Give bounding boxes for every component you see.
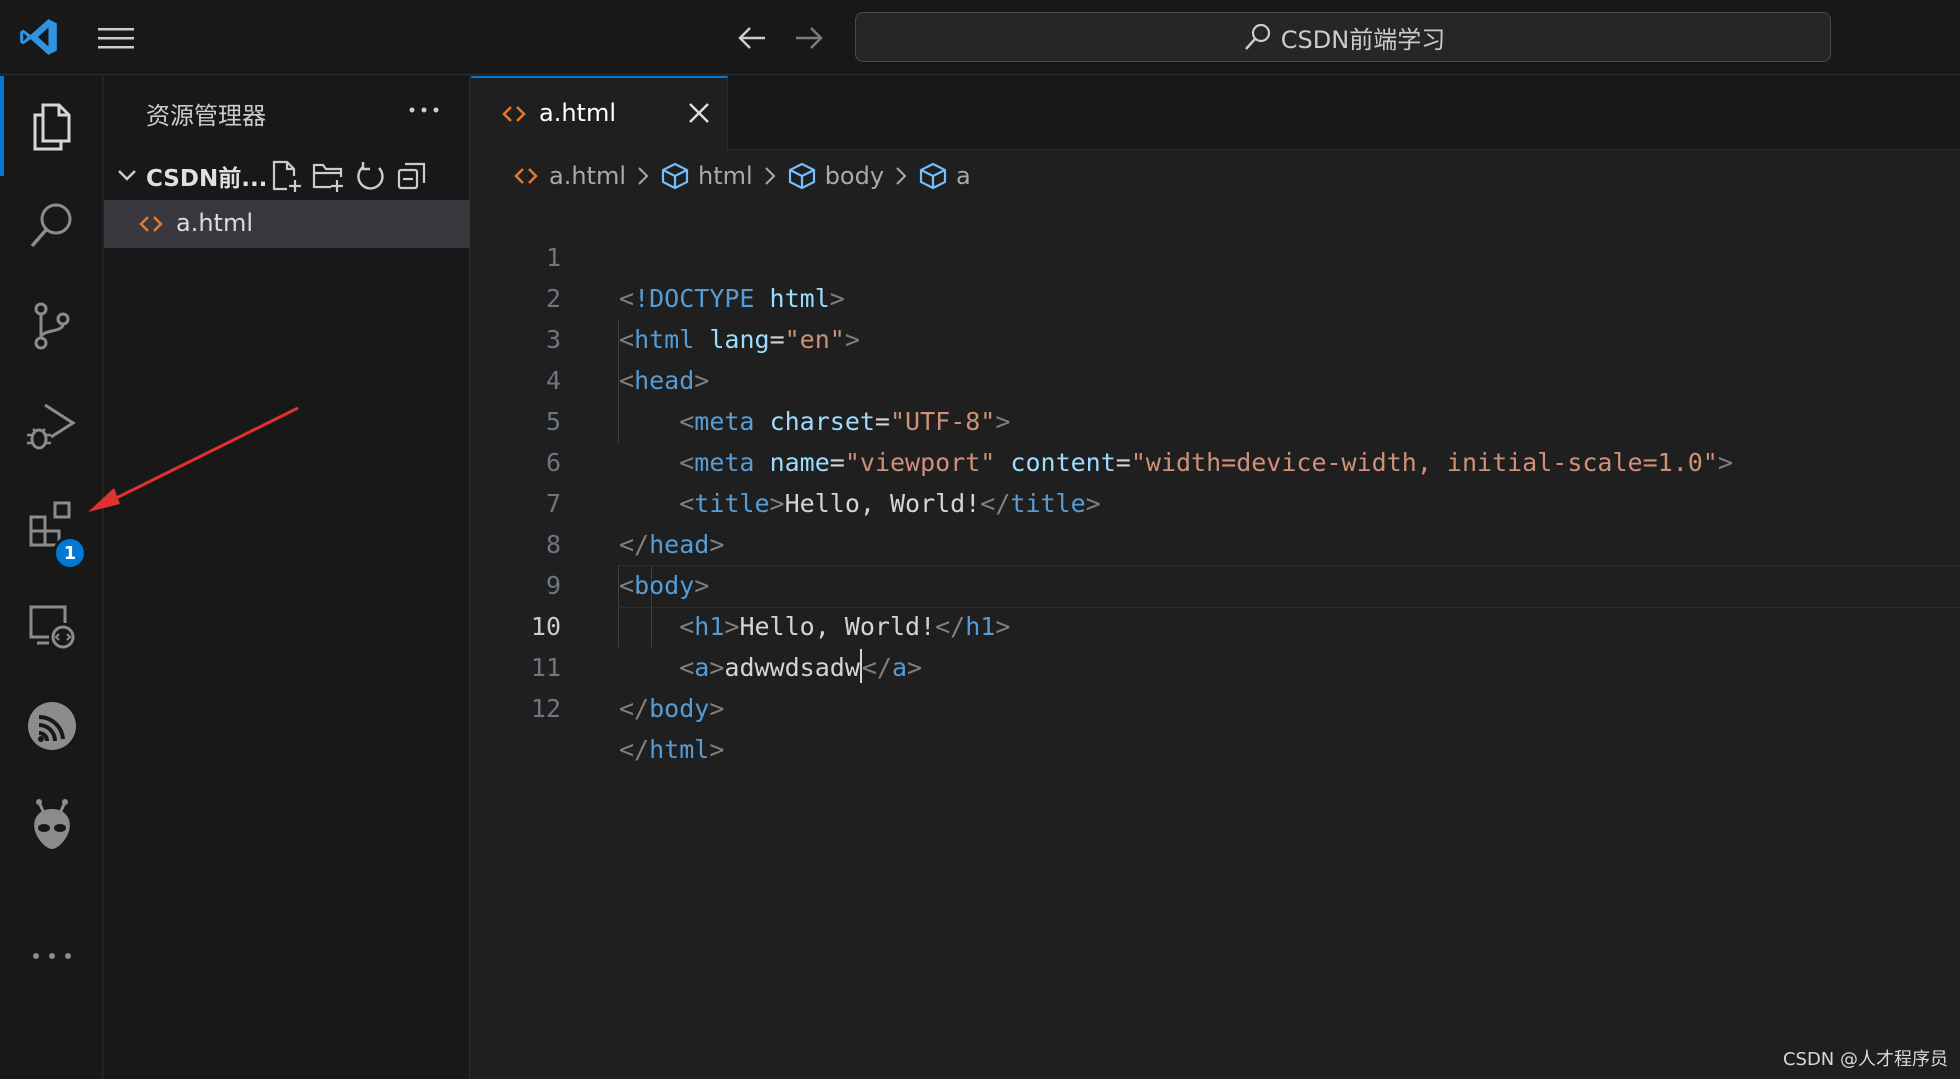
code-line: 7 </head>: [471, 442, 1960, 559]
workspace-folder-header[interactable]: CSDN前...: [104, 152, 470, 196]
ellipsis-icon: [32, 953, 71, 959]
chevron-right-icon: [764, 167, 776, 185]
breadcrumb-label: html: [698, 162, 753, 190]
sidebar-more-button[interactable]: [402, 92, 446, 128]
breadcrumb-label: a: [956, 162, 971, 190]
code-line: 9 <h1>Hello, World!</h1>: [471, 524, 1960, 641]
code-line-current: 10 <a>adwwdsadw</a>: [471, 565, 1960, 683]
collapse-folders-button[interactable]: [392, 158, 432, 194]
code-line: 12 </html>: [471, 647, 1960, 764]
activity-esp-idf[interactable]: [0, 676, 103, 776]
collapse-all-icon: [397, 162, 426, 190]
sidebar-title: 资源管理器: [146, 102, 266, 130]
activity-run-debug[interactable]: [0, 376, 103, 476]
search-icon: [30, 203, 71, 248]
code-line: 11 </body>: [471, 606, 1960, 723]
new-file-button[interactable]: [266, 158, 306, 194]
arrow-left-icon[interactable]: [735, 22, 769, 54]
watermark: CSDN @人才程序员: [1782, 1049, 1948, 1070]
tab-bar: a.html: [471, 76, 1960, 151]
tab-a-html[interactable]: a.html: [471, 76, 728, 151]
breadcrumb-label: a.html: [549, 162, 627, 190]
command-center-search[interactable]: CSDN前端学习: [855, 12, 1831, 62]
code-line: 5 <meta name="viewport" content="width=d…: [471, 360, 1960, 477]
activity-remote-explorer[interactable]: [0, 576, 103, 676]
activity-search[interactable]: [0, 176, 103, 276]
vscode-logo-icon: [20, 19, 57, 55]
activity-bar: 1: [0, 76, 103, 1079]
activity-more[interactable]: [0, 906, 103, 1006]
new-folder-button[interactable]: [308, 158, 348, 194]
alien-icon: [33, 799, 70, 849]
breadcrumb: a.html html body a: [511, 156, 971, 196]
breadcrumb-item-file[interactable]: a.html: [511, 161, 626, 191]
activity-source-control[interactable]: [0, 276, 103, 376]
line-content: </html>: [619, 735, 725, 764]
line-number: 12: [530, 694, 561, 723]
activity-platformio[interactable]: [0, 776, 103, 876]
code-line: 3 <head>: [471, 278, 1960, 395]
line-content: </body>: [619, 694, 725, 723]
chevron-right-icon: [638, 167, 649, 185]
source-control-icon: [34, 302, 69, 350]
html-file-icon: [514, 168, 538, 184]
breadcrumb-label: body: [824, 162, 885, 190]
esp-icon: [27, 702, 76, 750]
breadcrumb-item-body[interactable]: body: [787, 161, 884, 191]
code-line: 1 <!DOCTYPE html>: [471, 196, 1960, 313]
token: body: [649, 694, 710, 723]
file-item-a-html[interactable]: a.html: [104, 200, 470, 248]
symbol-element-icon: [788, 162, 815, 190]
chevron-right-icon: [896, 167, 907, 185]
symbol-element-icon: [661, 162, 689, 190]
explorer-sidebar: 资源管理器 CSDN前... a.html: [104, 76, 470, 1079]
code-line: 6 <title>Hello, World!</title>: [471, 401, 1960, 518]
html-file-icon: [139, 216, 163, 232]
file-name: a.html: [176, 209, 254, 237]
ellipsis-icon: [409, 107, 439, 113]
code-line: 2 <html lang="en">: [471, 237, 1960, 354]
activity-explorer[interactable]: [0, 76, 103, 176]
activity-extensions[interactable]: 1: [0, 476, 103, 576]
search-icon: [1244, 23, 1270, 50]
chevron-down-icon: [118, 170, 136, 181]
code-line: 8 <body>: [471, 483, 1960, 600]
new-folder-icon: [312, 163, 343, 192]
refresh-icon: [357, 162, 384, 190]
html-file-icon: [502, 106, 526, 122]
hamburger-menu-icon[interactable]: [96, 25, 136, 51]
close-icon[interactable]: [684, 98, 714, 128]
title-bar: CSDN前端学习: [0, 0, 1960, 75]
editor-area: a.html a.html html body a 1 <!DOCTYPE ht…: [471, 76, 1960, 1079]
breadcrumb-item-a[interactable]: a: [918, 161, 971, 191]
token: html: [649, 735, 710, 764]
breadcrumb-item-html[interactable]: html: [660, 161, 753, 191]
tab-label: a.html: [539, 99, 617, 127]
remote-explorer-icon: [29, 605, 74, 649]
refresh-explorer-button[interactable]: [350, 158, 390, 194]
files-icon: [33, 103, 70, 151]
code-editor[interactable]: 1 <!DOCTYPE html> 2 <html lang="en"> 3 <…: [471, 196, 1960, 764]
symbol-element-icon: [919, 162, 947, 190]
search-text: CSDN前端学习: [1280, 25, 1446, 54]
debug-icon: [26, 403, 76, 450]
workspace-folder-name: CSDN前...: [146, 166, 268, 192]
new-file-icon: [272, 160, 301, 192]
arrow-right-icon[interactable]: [792, 22, 826, 54]
extensions-badge: 1: [53, 536, 87, 570]
code-line: 4 <meta charset="UTF-8">: [471, 319, 1960, 436]
